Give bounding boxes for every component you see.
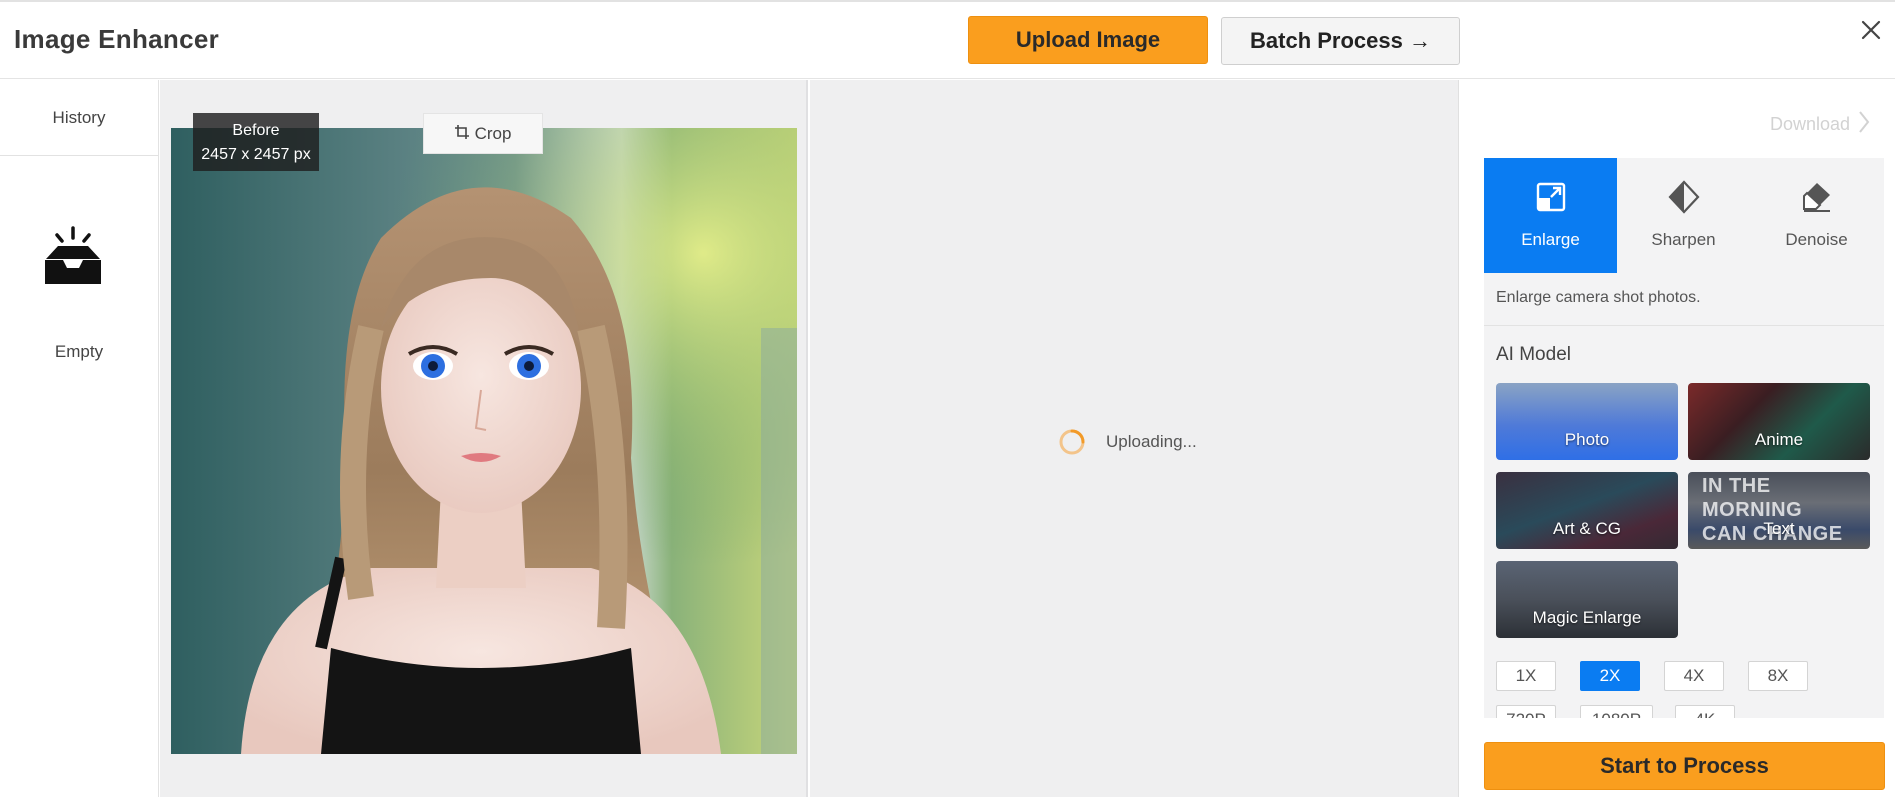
tab-enlarge-label: Enlarge xyxy=(1521,230,1580,249)
denoise-icon xyxy=(1800,180,1834,214)
history-tab[interactable]: History xyxy=(0,80,158,156)
scale-1x[interactable]: 1X xyxy=(1496,661,1556,691)
chevron-right-icon xyxy=(1858,110,1870,139)
model-magic-enlarge[interactable]: Magic Enlarge xyxy=(1496,561,1678,638)
upload-image-button[interactable]: Upload Image xyxy=(968,16,1208,64)
scale-1080p[interactable]: 1080P xyxy=(1580,705,1653,718)
history-sidebar: History Empty xyxy=(0,80,159,797)
batch-process-button[interactable]: Batch Process → xyxy=(1221,17,1460,65)
model-anime-label: Anime xyxy=(1754,430,1804,449)
source-photo xyxy=(171,128,797,754)
download-button[interactable]: Download xyxy=(1770,110,1870,139)
app-window: Image Enhancer Upload Image Batch Proces… xyxy=(0,0,1895,797)
upload-status: Uploading... xyxy=(1058,428,1197,456)
model-magic-enlarge-label: Magic Enlarge xyxy=(1532,608,1642,627)
empty-history-label: Empty xyxy=(54,342,104,361)
close-icon[interactable] xyxy=(1857,16,1885,44)
app-title: Image Enhancer xyxy=(14,24,220,54)
after-preview-pane: Uploading... xyxy=(810,80,1459,797)
model-art-cg[interactable]: Art & CG xyxy=(1496,472,1678,549)
model-photo[interactable]: Photo xyxy=(1496,383,1678,460)
scale-720p[interactable]: 720P xyxy=(1496,705,1556,718)
tab-sharpen-label: Sharpen xyxy=(1651,230,1716,249)
ai-model-title: AI Model xyxy=(1496,344,1571,365)
tab-denoise-label: Denoise xyxy=(1785,230,1848,249)
uploading-label: Uploading... xyxy=(1106,432,1197,451)
divider xyxy=(1484,325,1884,326)
loading-spinner-icon xyxy=(1058,428,1086,456)
crop-icon xyxy=(454,124,469,144)
model-photo-label: Photo xyxy=(1564,430,1610,449)
scale-4x[interactable]: 4X xyxy=(1664,661,1724,691)
model-anime[interactable]: Anime xyxy=(1688,383,1870,460)
model-art-cg-label: Art & CG xyxy=(1552,519,1621,538)
header: Image Enhancer Upload Image Batch Proces… xyxy=(0,2,1895,79)
empty-tray-icon xyxy=(41,226,105,286)
model-text-label: Text xyxy=(1763,519,1795,538)
tab-denoise[interactable]: Denoise xyxy=(1750,158,1883,273)
mode-description: Enlarge camera shot photos. xyxy=(1496,289,1701,306)
scale-4k[interactable]: 4K xyxy=(1675,705,1735,718)
model-text[interactable]: IN THE MORNING CAN CHANGE YOUR Text xyxy=(1688,472,1870,549)
download-label: Download xyxy=(1770,114,1851,134)
enlarge-icon xyxy=(1534,180,1568,214)
before-label: Before xyxy=(232,122,280,139)
crop-label: Crop xyxy=(474,123,512,143)
enhance-settings: Enlarge Sharpen Denoise Enlarge camera s… xyxy=(1484,158,1884,718)
settings-panel: Download Enlarge Sharpen Denoise Enlarge… xyxy=(1460,80,1895,797)
image-dimensions: 2457 x 2457 px xyxy=(201,146,311,163)
scale-2x[interactable]: 2X xyxy=(1580,661,1640,691)
sharpen-icon xyxy=(1667,180,1701,214)
tab-sharpen[interactable]: Sharpen xyxy=(1617,158,1750,273)
mode-tabs: Enlarge Sharpen Denoise xyxy=(1484,158,1884,273)
crop-button[interactable]: Crop xyxy=(423,113,543,154)
tab-enlarge[interactable]: Enlarge xyxy=(1484,158,1617,273)
before-badge: Before 2457 x 2457 px xyxy=(193,113,319,171)
before-preview-pane: Before 2457 x 2457 px Crop xyxy=(160,80,808,797)
scale-8x[interactable]: 8X xyxy=(1748,661,1808,691)
start-process-button[interactable]: Start to Process xyxy=(1484,742,1885,790)
